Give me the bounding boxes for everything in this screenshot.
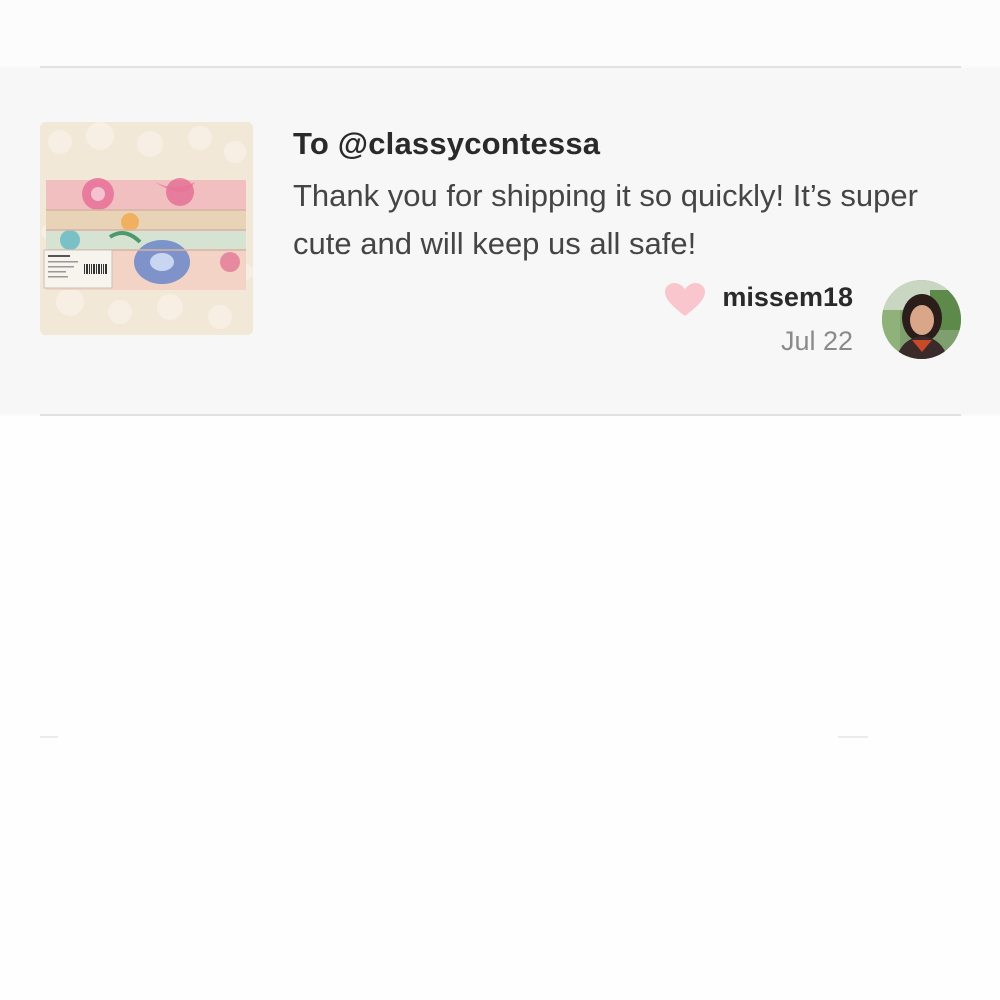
top-band [0, 0, 1000, 66]
heart-icon[interactable] [664, 282, 706, 318]
product-photo[interactable] [40, 122, 253, 335]
review-date: Jul 22 [780, 326, 853, 356]
faint-divider-right [838, 736, 868, 738]
page: To @classycontessa Thank you for shippin… [0, 0, 1000, 1000]
review-card: To @classycontessa Thank you for shippin… [0, 68, 1000, 414]
empty-content-area [0, 416, 1000, 1000]
reviewer-username[interactable]: missem18 [722, 282, 853, 313]
user-avatar[interactable] [882, 280, 961, 359]
review-recipient[interactable]: To @classycontessa [293, 126, 600, 162]
faint-divider-left [40, 736, 58, 738]
review-message: Thank you for shipping it so quickly! It… [293, 178, 918, 261]
